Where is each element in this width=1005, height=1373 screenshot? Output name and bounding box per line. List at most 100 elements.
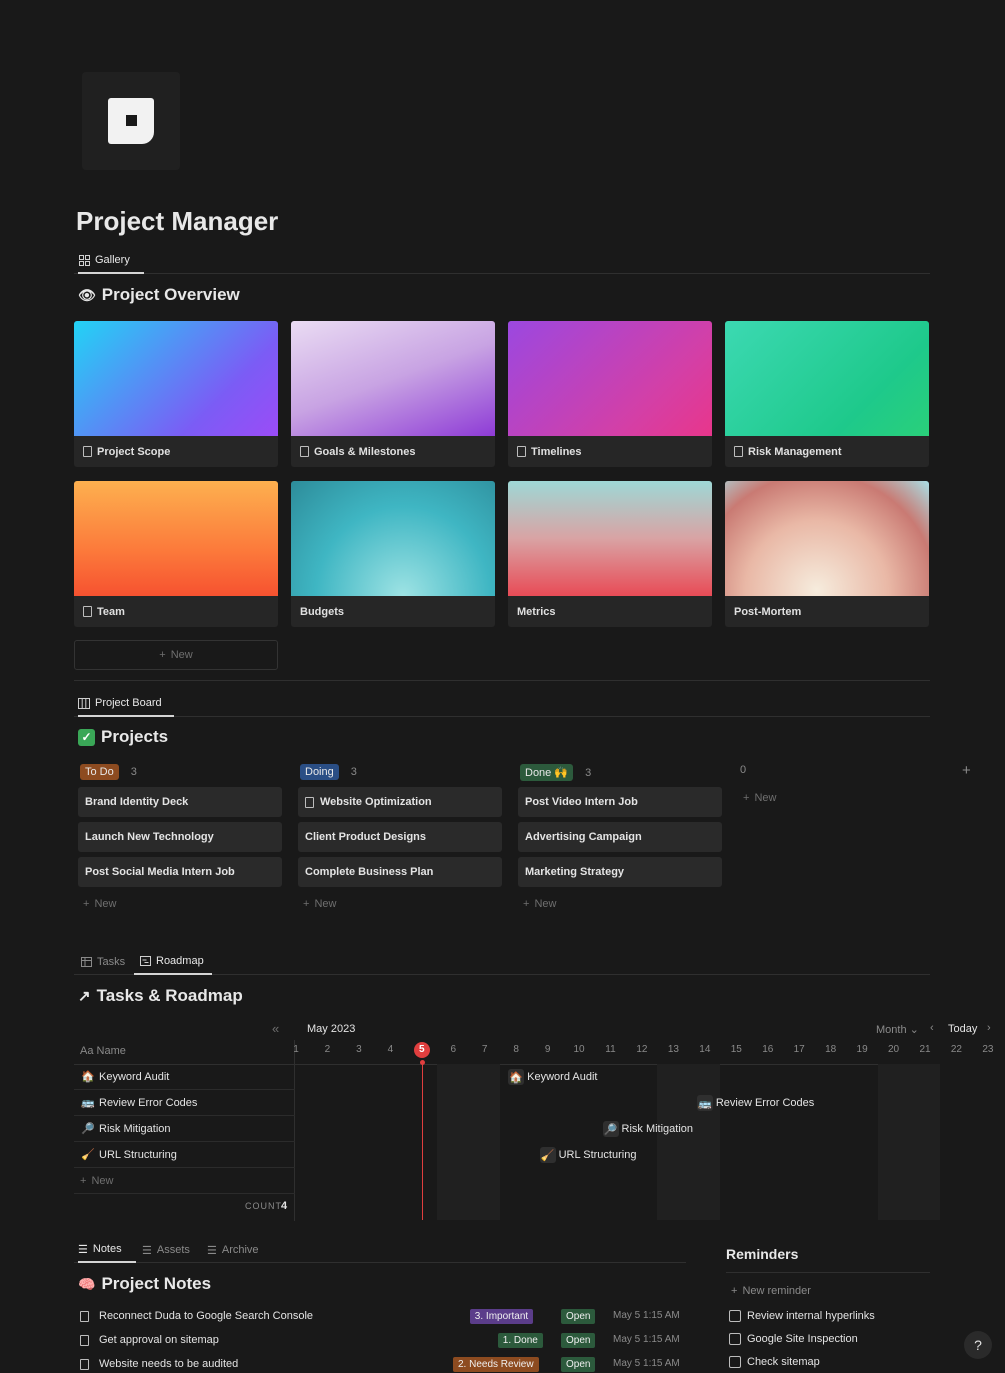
new-reminder-button[interactable]: + New reminder [731,1285,811,1297]
checkbox[interactable] [729,1356,741,1368]
priority-badge: 3. Important [469,1309,534,1324]
day-label: 19 [856,1044,868,1055]
roadmap-new-label: New [91,1174,114,1187]
divider [74,680,930,681]
tab-archive[interactable]: ☰ Archive [207,1237,259,1263]
page-icon [80,1358,89,1370]
name-column-header: Aa Name [80,1045,126,1057]
board-card-title: Launch New Technology [85,831,214,843]
day-label: 4 [387,1044,394,1055]
list-icon: ☰ [78,1243,88,1256]
task-row[interactable]: 🚌 Review Error Codes [74,1090,295,1116]
card-cover [291,481,495,596]
task-row[interactable]: 🧹 URL Structuring [74,1142,295,1168]
gallery-card[interactable]: Metrics [508,481,712,627]
gallery-card[interactable]: Timelines [508,321,712,467]
board-card[interactable]: Post Video Intern Job [518,787,722,817]
day-label: 17 [793,1044,805,1055]
note-date: May 5 1:15 AM [613,1358,680,1369]
board-column-header: To Do 3 [80,764,137,780]
day-label: 10 [573,1044,585,1055]
board-new-button[interactable]: + New [523,898,556,910]
tab-assets[interactable]: ☰ Assets [142,1237,190,1263]
notes-title-text: Project Notes [101,1274,212,1293]
card-cover [725,481,929,596]
tab-archive-label: Archive [221,1244,259,1256]
note-title: Website needs to be audited [99,1358,239,1370]
day-label: 7 [481,1044,488,1055]
plus-icon: + [731,1285,738,1297]
board-card[interactable]: Advertising Campaign [518,822,722,852]
collapse-sidebar-icon[interactable]: « [272,1021,279,1036]
day-label: 9 [544,1044,551,1055]
reminder-item[interactable]: Review internal hyperlinks [729,1310,875,1322]
arrow-up-right-icon: ↗ [78,988,91,1005]
gallery-new-label: New [170,649,193,661]
timeline-bar-label: URL Structuring [558,1149,637,1161]
status-badge: Open [561,1333,596,1348]
board-tabbar: Project Board [74,691,930,717]
card-label: Budgets [291,596,495,627]
today-button[interactable]: Today [948,1023,977,1035]
board-card[interactable]: Post Social Media Intern Job [78,857,282,887]
gallery-card[interactable]: Goals & Milestones [291,321,495,467]
task-emoji-icon: 🏠 [508,1069,525,1085]
checkbox[interactable] [729,1333,741,1345]
view-select[interactable]: Month ⌄ [876,1023,919,1036]
board-new-button[interactable]: + New [743,792,776,804]
timeline-bar[interactable]: 🚌 Review Error Codes [696,1093,814,1113]
tab-project-board[interactable]: Project Board [78,691,174,717]
card-cover [74,481,278,596]
plus-icon: + [303,898,310,910]
page-icon [517,446,526,457]
gallery-card[interactable]: Team [74,481,278,627]
board-new-button[interactable]: + New [83,898,116,910]
board-column-header: 0 [740,764,746,776]
gallery-title: 👁 Project Overview [78,285,240,305]
day-label: 3 [356,1044,362,1055]
reminder-item[interactable]: Google Site Inspection [729,1333,858,1345]
roadmap-new-button[interactable]: + New [74,1168,295,1194]
tab-notes[interactable]: ☰ Notes [78,1237,136,1263]
board-card[interactable]: Complete Business Plan [298,857,502,887]
column-count: 3 [585,766,592,779]
prev-icon[interactable]: ‹ [930,1022,934,1034]
timeline-bar[interactable]: 🧹 URL Structuring [539,1145,637,1165]
board-card[interactable]: Marketing Strategy [518,857,722,887]
timeline-bar[interactable]: 🏠 Keyword Audit [508,1067,597,1087]
add-group-icon[interactable]: + [962,762,971,779]
board-new-button[interactable]: + New [303,898,336,910]
checkbox[interactable] [729,1310,741,1322]
card-cover [508,481,712,596]
board-column-header: Done 🙌 3 [520,764,591,781]
task-row[interactable]: 🏠 Keyword Audit [74,1064,295,1090]
page-icon [734,446,743,457]
reminders-title: Reminders [726,1246,799,1262]
tab-gallery[interactable]: Gallery [78,248,144,274]
day-label: 15 [730,1044,742,1055]
board-card[interactable]: Client Product Designs [298,822,502,852]
help-button[interactable]: ? [964,1331,992,1359]
timeline-bar[interactable]: 🔎 Risk Mitigation [602,1119,693,1139]
board-card[interactable]: Website Optimization [298,787,502,817]
note-date: May 5 1:15 AM [613,1334,680,1345]
gallery-card[interactable]: Project Scope [74,321,278,467]
board-card[interactable]: Brand Identity Deck [78,787,282,817]
plus-icon: + [159,649,166,661]
tab-tasks[interactable]: Tasks [80,949,125,975]
reminder-item[interactable]: Check sitemap [729,1356,820,1368]
gallery-card[interactable]: Post-Mortem [725,481,929,627]
board-card[interactable]: Launch New Technology [78,822,282,852]
gallery-icon [78,254,90,266]
weekend-shade [877,1064,941,1220]
day-label: 21 [919,1044,931,1055]
task-row[interactable]: 🔎 Risk Mitigation [74,1116,295,1142]
gallery-new-button[interactable]: + New [74,640,278,670]
gallery-card[interactable]: Risk Management [725,321,929,467]
gallery-card[interactable]: Budgets [291,481,495,627]
task-emoji-icon: 🧹 [81,1149,95,1161]
tab-roadmap[interactable]: Roadmap [134,949,212,975]
list-icon: ☰ [207,1244,217,1257]
next-icon[interactable]: › [987,1022,991,1034]
page-icon [83,606,92,617]
